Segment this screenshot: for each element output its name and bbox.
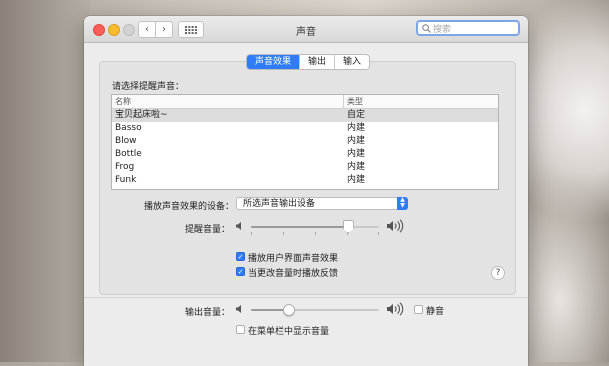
alert-sound-table[interactable]: 名称 类型 宝贝起床啦~ 自定 Basso 内建 Blow 内建 Bottle …	[111, 94, 499, 190]
sound-name: 宝贝起床啦~	[115, 110, 168, 120]
menubar-volume-label: 在菜单栏中显示音量	[248, 327, 330, 337]
show-all-button[interactable]	[178, 21, 204, 38]
sound-name: Basso	[115, 123, 142, 133]
alert-volume-slider[interactable]	[251, 226, 379, 228]
search-input[interactable]: 搜索	[416, 20, 520, 36]
speaker-low-icon	[236, 305, 241, 313]
feedback-checkbox[interactable]: ✓	[236, 267, 245, 276]
device-select[interactable]: 所选声音输出设备 ▲ ▼	[236, 197, 408, 210]
sound-name: Funk	[115, 175, 137, 185]
grid-icon	[185, 25, 197, 34]
table-row[interactable]: Bottle 内建	[112, 148, 498, 161]
table-row[interactable]: Blow 内建	[112, 135, 498, 148]
table-header: 名称 类型	[112, 95, 498, 109]
tab-output[interactable]: 输出	[299, 55, 334, 69]
speaker-low-icon	[236, 222, 241, 230]
output-volume-knob[interactable]	[283, 304, 296, 316]
window-title: 声音	[296, 27, 316, 38]
alert-sound-prompt: 请选择提醒声音：	[112, 82, 185, 92]
sound-name: Blow	[115, 136, 137, 146]
ui-sounds-checkbox[interactable]: ✓	[236, 252, 245, 261]
sound-name: Bottle	[115, 149, 142, 159]
sound-preferences-window: ‹ › 声音 搜索 声音效果 输出 输入 请选择提醒声音： 名称 类型 宝贝起床…	[84, 16, 528, 366]
minimize-button[interactable]	[108, 24, 120, 36]
column-header-type[interactable]: 类型	[344, 95, 363, 108]
chevron-left-icon: ‹	[145, 24, 149, 35]
sound-type: 内建	[347, 136, 366, 146]
sound-type: 内建	[347, 162, 366, 172]
search-placeholder: 搜索	[433, 24, 452, 35]
sound-type: 内建	[347, 175, 366, 185]
device-label: 播放声音效果的设备：	[144, 202, 235, 212]
table-row[interactable]: Frog 内建	[112, 161, 498, 174]
divider	[84, 297, 528, 298]
output-volume-slider[interactable]	[251, 309, 379, 311]
sound-type: 内建	[347, 149, 366, 159]
feedback-label: 当更改音量时播放反馈	[248, 269, 339, 279]
speaker-high-icon	[387, 302, 404, 316]
slider-tick	[251, 232, 252, 235]
table-row[interactable]: 宝贝起床啦~ 自定	[112, 109, 498, 122]
checkmark-icon: ✓	[237, 267, 244, 276]
sound-name: Frog	[115, 162, 135, 172]
forward-button[interactable]: ›	[155, 21, 173, 38]
output-volume-label: 输出音量：	[185, 308, 231, 318]
mute-label: 静音	[426, 307, 445, 317]
slider-tick	[315, 232, 316, 235]
zoom-button[interactable]	[123, 24, 135, 36]
speaker-high-icon	[387, 219, 404, 233]
mute-checkbox[interactable]	[414, 305, 423, 314]
table-row[interactable]: Basso 内建	[112, 122, 498, 135]
help-button[interactable]: ?	[491, 266, 505, 280]
slider-tick	[283, 232, 284, 235]
titlebar: ‹ › 声音 搜索	[84, 16, 528, 43]
desktop-background	[0, 0, 90, 362]
tab-bar: 声音效果 输出 输入	[246, 54, 371, 70]
close-button[interactable]	[93, 24, 105, 36]
sound-type: 自定	[347, 110, 366, 120]
slider-tick	[378, 232, 379, 235]
column-header-name[interactable]: 名称	[112, 95, 344, 108]
tab-input[interactable]: 输入	[334, 55, 369, 69]
search-icon	[422, 23, 431, 33]
updown-chevron-icon: ▲ ▼	[397, 197, 408, 210]
device-select-value: 所选声音输出设备	[243, 199, 316, 209]
checkmark-icon: ✓	[237, 252, 244, 261]
alert-volume-label: 提醒音量：	[185, 225, 231, 235]
menubar-volume-checkbox[interactable]	[236, 325, 245, 334]
alert-volume-fill	[251, 226, 349, 228]
chevron-right-icon: ›	[162, 24, 166, 35]
back-button[interactable]: ‹	[138, 21, 156, 38]
sound-type: 内建	[347, 123, 366, 133]
ui-sounds-label: 播放用户界面声音效果	[248, 254, 339, 264]
tab-sound-effects[interactable]: 声音效果	[247, 55, 300, 69]
table-row[interactable]: Funk 内建	[112, 174, 498, 187]
